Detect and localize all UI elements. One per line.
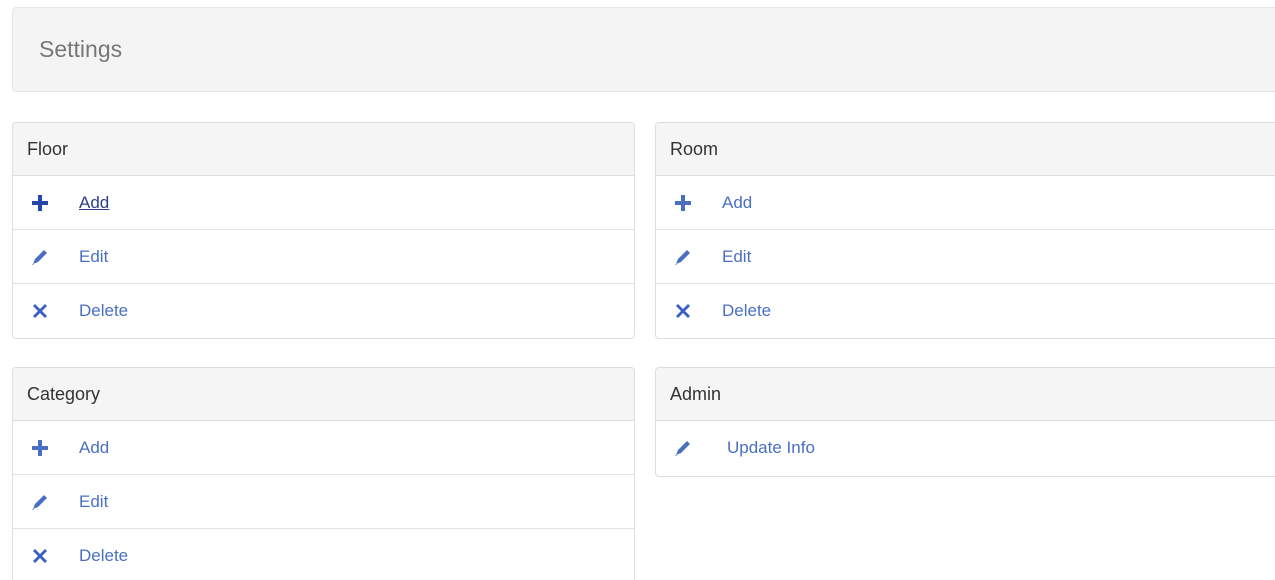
category-edit-button[interactable]: Edit <box>13 475 634 529</box>
admin-update-info-label: Update Info <box>727 438 815 457</box>
floor-delete-button[interactable]: Delete <box>13 284 634 338</box>
pencil-icon <box>673 438 693 458</box>
close-icon <box>30 301 50 321</box>
plus-icon <box>30 193 50 213</box>
room-delete-label: Delete <box>722 301 772 320</box>
plus-icon <box>30 438 50 458</box>
floor-edit-label: Edit <box>79 246 109 266</box>
settings-page: Settings Floor Add Edit Delete Room Add … <box>0 0 1275 580</box>
category-add-button[interactable]: Add <box>13 421 634 475</box>
room-delete-button[interactable]: Delete <box>656 284 1275 338</box>
close-icon <box>30 546 50 566</box>
category-add-label: Add <box>79 437 110 457</box>
floor-panel: Floor Add Edit Delete <box>12 122 635 339</box>
category-delete-button[interactable]: Delete <box>13 529 634 580</box>
category-edit-label: Edit <box>79 491 109 511</box>
floor-add-label: Add <box>79 192 110 212</box>
room-panel-heading: Room <box>656 123 1275 176</box>
plus-icon <box>673 193 693 213</box>
room-edit-label: Edit <box>722 246 752 266</box>
floor-add-button[interactable]: Add <box>13 176 634 230</box>
pencil-icon <box>673 247 693 267</box>
close-icon <box>673 301 693 321</box>
floor-delete-label: Delete <box>79 301 129 320</box>
page-title: Settings <box>39 36 123 62</box>
floor-panel-heading: Floor <box>13 123 634 176</box>
admin-panel: Admin Update Info <box>655 367 1275 477</box>
room-edit-button[interactable]: Edit <box>656 230 1275 284</box>
room-add-label: Add <box>722 192 753 212</box>
category-panel-heading: Category <box>13 368 634 421</box>
pencil-icon <box>30 492 50 512</box>
admin-update-info-button[interactable]: Update Info <box>656 421 1275 475</box>
floor-edit-button[interactable]: Edit <box>13 230 634 284</box>
category-panel: Category Add Edit Delete <box>12 367 635 580</box>
category-delete-label: Delete <box>79 546 129 565</box>
room-panel: Room Add Edit Delete <box>655 122 1275 339</box>
pencil-icon <box>30 247 50 267</box>
settings-header: Settings <box>12 7 1275 92</box>
room-add-button[interactable]: Add <box>656 176 1275 230</box>
admin-panel-heading: Admin <box>656 368 1275 421</box>
